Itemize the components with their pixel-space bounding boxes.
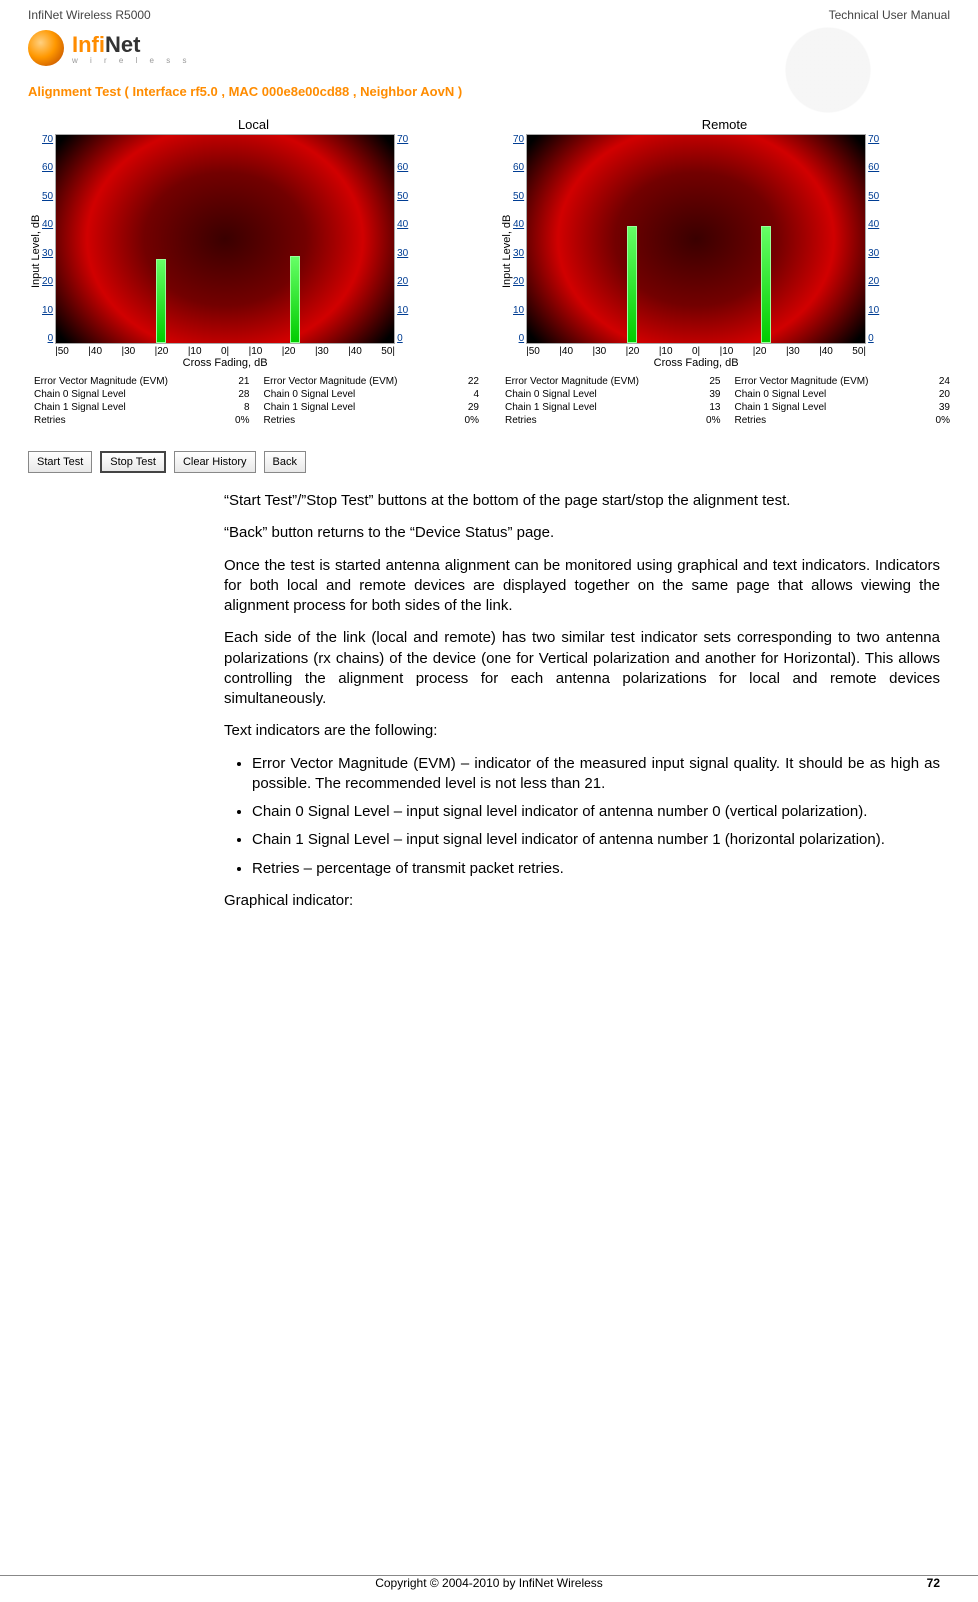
page-number: 72 [900,1576,940,1590]
list-item-3: Chain 1 Signal Level – input signal leve… [252,830,940,850]
y-ticks-left-r: 706050403020100 [513,134,526,344]
start-test-button[interactable]: Start Test [28,451,92,473]
logo-block: InfiNet w i r e l e s s [0,26,978,76]
bar-remote-right [761,226,771,343]
plot-local [55,134,395,344]
logo-sub: w i r e l e s s [72,56,191,65]
header-left: InfiNet Wireless R5000 [28,8,151,22]
x-ticks: |50|40|30|20|100||10|20|30|4050| [55,344,395,357]
para-6: Graphical indicator: [224,891,940,911]
bar-local-left [156,259,166,343]
clear-history-button[interactable]: Clear History [174,451,256,473]
header-right: Technical User Manual [829,8,950,22]
yaxis-label: Input Level, dB [28,134,42,369]
alignment-test-title: Alignment Test ( Interface rf5.0 , MAC 0… [0,76,978,107]
y-ticks-right-r: 706050403020100 [866,134,879,344]
page-header: InfiNet Wireless R5000 Technical User Ma… [0,0,978,26]
back-button[interactable]: Back [264,451,306,473]
y-ticks-right: 706050403020100 [395,134,408,344]
x-ticks-r: |50|40|30|20|100||10|20|30|4050| [526,344,866,357]
chart-local: Local Input Level, dB 706050403020100 |5… [28,117,479,427]
para-2: “Back” button returns to the “Device Sta… [224,523,940,543]
logo-icon [28,30,64,66]
stop-test-button[interactable]: Stop Test [100,451,166,473]
chart-local-title: Local [28,117,479,132]
xaxis-label: Cross Fading, dB [55,357,395,369]
chart-remote-title: Remote [499,117,950,132]
charts-row: Local Input Level, dB 706050403020100 |5… [0,107,978,437]
plot-remote [526,134,866,344]
chart-remote: Remote Input Level, dB 706050403020100 |… [499,117,950,427]
list-item-4: Retries – percentage of transmit packet … [252,859,940,879]
stats-local: Error Vector Magnitude (EVM)21 Chain 0 S… [28,369,479,427]
para-1: “Start Test”/”Stop Test” buttons at the … [224,491,940,511]
list-item-2: Chain 0 Signal Level – input signal leve… [252,802,940,822]
bar-local-right [290,256,300,343]
button-row: Start Test Stop Test Clear History Back [0,437,978,487]
footer-copyright: Copyright © 2004-2010 by InfiNet Wireles… [78,1576,900,1590]
body-text: “Start Test”/”Stop Test” buttons at the … [0,487,978,927]
stats-remote: Error Vector Magnitude (EVM)25 Chain 0 S… [499,369,950,427]
logo-text: InfiNet [72,32,191,58]
y-ticks-left: 706050403020100 [42,134,55,344]
para-5: Text indicators are the following: [224,721,940,741]
para-4: Each side of the link (local and remote)… [224,628,940,709]
yaxis-label-r: Input Level, dB [499,134,513,369]
list-item-1: Error Vector Magnitude (EVM) – indicator… [252,754,940,795]
xaxis-label-r: Cross Fading, dB [526,357,866,369]
para-3: Once the test is started antenna alignme… [224,556,940,617]
bar-remote-left [627,226,637,343]
page-footer: Copyright © 2004-2010 by InfiNet Wireles… [0,1575,978,1590]
